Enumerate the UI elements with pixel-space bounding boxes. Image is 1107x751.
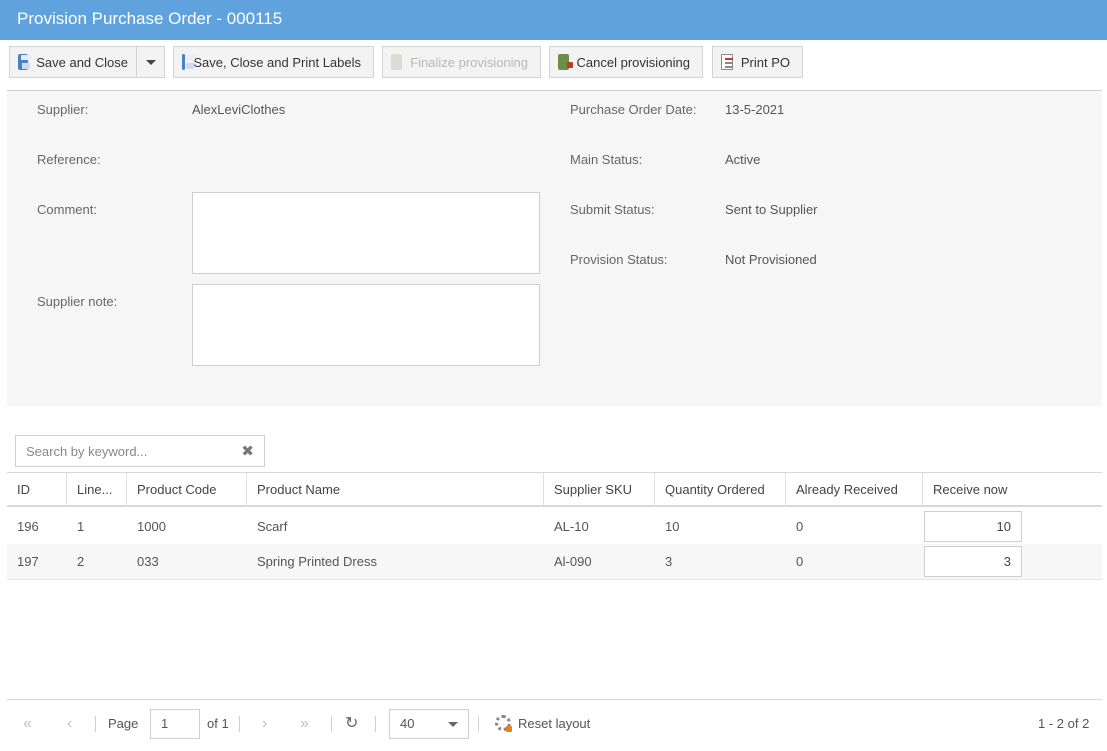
cell-already-received: 0 bbox=[796, 554, 804, 569]
column-header-supplier-sku[interactable]: Supplier SKU bbox=[544, 473, 655, 506]
save-icon bbox=[182, 54, 197, 70]
cancel-provisioning-icon bbox=[558, 54, 573, 70]
column-header-product-code[interactable]: Product Code bbox=[127, 473, 247, 506]
provision-status-label: Provision Status: bbox=[570, 252, 668, 267]
finalize-label: Finalize provisioning bbox=[410, 54, 528, 70]
finalize-icon bbox=[391, 54, 403, 70]
cell-already-received: 0 bbox=[796, 519, 804, 534]
supplier-label: Supplier: bbox=[37, 102, 89, 117]
search-input[interactable]: Search by keyword... ✖ bbox=[15, 435, 265, 467]
page-label: Page bbox=[108, 716, 139, 731]
cell-line: 1 bbox=[77, 519, 85, 534]
cell-product-code: 033 bbox=[137, 554, 159, 569]
column-header-id[interactable]: ID bbox=[7, 473, 67, 506]
main-status-value: Active bbox=[725, 152, 761, 167]
comment-textarea[interactable] bbox=[192, 192, 540, 274]
reference-label: Reference: bbox=[37, 152, 101, 167]
print-icon bbox=[721, 54, 733, 70]
save-icon bbox=[18, 54, 32, 70]
print-po-button[interactable]: Print PO bbox=[712, 46, 803, 78]
submit-status-value: Sent to Supplier bbox=[725, 202, 818, 217]
cell-quantity-ordered: 10 bbox=[665, 519, 680, 534]
supplier-note-label: Supplier note: bbox=[37, 294, 118, 309]
save-close-print-label: Save, Close and Print Labels bbox=[193, 54, 361, 70]
po-date-label: Purchase Order Date: bbox=[570, 102, 697, 117]
submit-status-label: Submit Status: bbox=[570, 202, 655, 217]
column-header-already-received[interactable]: Already Received bbox=[786, 473, 923, 506]
provision-status-value: Not Provisioned bbox=[725, 252, 817, 267]
pager-divider bbox=[239, 716, 240, 732]
finalize-provisioning-button[interactable]: Finalize provisioning bbox=[382, 46, 541, 78]
column-header-line[interactable]: Line... bbox=[67, 473, 127, 506]
cell-product-name: Spring Printed Dress bbox=[257, 554, 377, 569]
table-row[interactable]: 197 2 033 Spring Printed Dress Al-090 3 … bbox=[7, 544, 1102, 580]
supplier-value: AlexLeviClothes bbox=[192, 102, 286, 117]
next-page-icon[interactable]: › bbox=[262, 710, 267, 738]
chevron-down-icon bbox=[448, 722, 458, 727]
save-close-print-labels-button[interactable]: Save, Close and Print Labels bbox=[173, 46, 374, 78]
cell-supplier-sku: AL-10 bbox=[554, 519, 589, 534]
receive-now-input[interactable]: 3 bbox=[924, 546, 1022, 577]
save-and-close-button[interactable]: Save and Close bbox=[9, 46, 165, 78]
previous-page-icon[interactable]: ‹ bbox=[67, 710, 72, 738]
cancel-label: Cancel provisioning bbox=[576, 54, 690, 70]
page-size-value: 40 bbox=[400, 716, 415, 731]
column-header-receive-now[interactable]: Receive now bbox=[923, 473, 1102, 506]
cell-id: 197 bbox=[17, 554, 39, 569]
last-page-icon[interactable]: » bbox=[300, 710, 309, 738]
window-title: Provision Purchase Order - 000115 bbox=[0, 0, 1107, 40]
page-number-input[interactable]: 1 bbox=[150, 709, 200, 739]
chevron-down-icon bbox=[145, 59, 156, 65]
supplier-note-textarea[interactable] bbox=[192, 284, 540, 366]
cell-product-code: 1000 bbox=[137, 519, 166, 534]
comment-label: Comment: bbox=[37, 202, 97, 217]
pager-divider bbox=[95, 716, 96, 732]
receive-now-input[interactable]: 10 bbox=[924, 511, 1022, 542]
table-row[interactable]: 196 1 1000 Scarf AL-10 10 0 10 bbox=[7, 509, 1102, 545]
order-details-panel: Supplier: AlexLeviClothes Reference: Com… bbox=[7, 90, 1102, 406]
pagination-bar: « ‹ Page 1 of 1 › » ↻ 40 Reset layout 1 … bbox=[7, 699, 1102, 747]
cancel-provisioning-button[interactable]: Cancel provisioning bbox=[549, 46, 703, 78]
po-date-value: 13-5-2021 bbox=[725, 102, 785, 117]
gear-icon[interactable] bbox=[495, 715, 512, 732]
page-count-label: of 1 bbox=[207, 716, 229, 731]
toolbar: Save and Close Save, Close and Print Lab… bbox=[0, 40, 1107, 90]
pager-divider bbox=[331, 716, 332, 732]
main-status-label: Main Status: bbox=[570, 152, 643, 167]
cell-id: 196 bbox=[17, 519, 39, 534]
page-size-select[interactable]: 40 bbox=[389, 709, 469, 739]
clear-search-icon[interactable]: ✖ bbox=[241, 442, 254, 460]
column-header-product-name[interactable]: Product Name bbox=[247, 473, 544, 506]
pager-divider bbox=[478, 716, 479, 732]
column-header-quantity-ordered[interactable]: Quantity Ordered bbox=[655, 473, 786, 506]
cell-line: 2 bbox=[77, 554, 85, 569]
refresh-icon[interactable]: ↻ bbox=[345, 710, 358, 738]
record-count: 1 - 2 of 2 bbox=[1038, 716, 1090, 731]
save-options-dropdown[interactable] bbox=[136, 47, 164, 77]
cell-quantity-ordered: 3 bbox=[665, 554, 673, 569]
reset-layout-button[interactable]: Reset layout bbox=[518, 710, 590, 738]
print-po-label: Print PO bbox=[740, 54, 790, 70]
pager-divider bbox=[375, 716, 376, 732]
first-page-icon[interactable]: « bbox=[23, 710, 32, 738]
cell-supplier-sku: Al-090 bbox=[554, 554, 592, 569]
cell-product-name: Scarf bbox=[257, 519, 288, 534]
search-placeholder: Search by keyword... bbox=[26, 444, 148, 459]
grid-header: ID Line... Product Code Product Name Sup… bbox=[7, 472, 1102, 507]
save-and-close-label: Save and Close bbox=[36, 54, 128, 70]
